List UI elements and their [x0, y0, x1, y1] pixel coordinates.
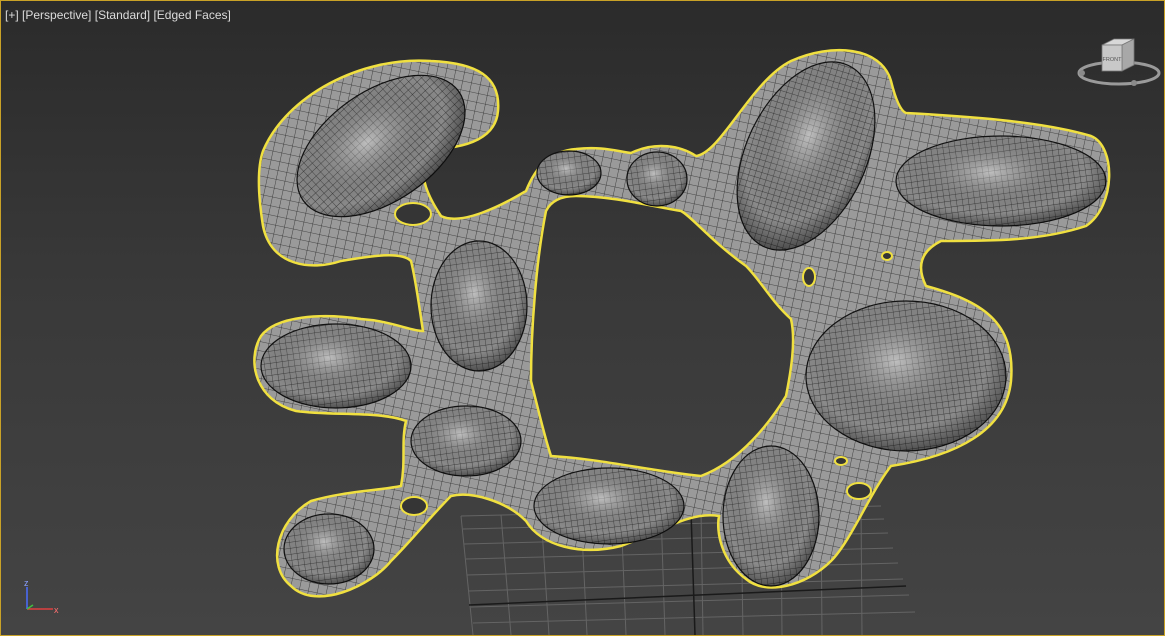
mesh-hole [394, 202, 432, 226]
mesh-dent-shade [284, 514, 374, 584]
mesh-dent-shade [627, 152, 687, 206]
mesh-hole [834, 456, 848, 466]
viewcube-face-label: FRONT [1103, 57, 1123, 63]
perspective-viewport[interactable]: [+] [Perspective] [Standard] [Edged Face… [0, 0, 1165, 636]
mesh-dent-shade [411, 406, 521, 476]
mesh-hole [802, 267, 816, 287]
viewcube-compass-w [1079, 70, 1085, 76]
mesh-dent-shade [537, 151, 601, 195]
mesh-dent-shade [723, 446, 819, 586]
blob-mesh-object[interactable] [253, 40, 1111, 598]
mesh-hole [881, 251, 893, 261]
mesh-dent-shade [806, 301, 1006, 451]
axis-tripod: z x [24, 578, 59, 615]
viewcube-side-face[interactable] [1121, 38, 1135, 72]
mesh-dent-shade [261, 324, 411, 408]
axis-x-label: x [54, 605, 59, 615]
axis-z-label: z [24, 578, 29, 588]
mesh-dent-shade [534, 468, 684, 544]
viewcube[interactable]: FRONT [1074, 31, 1164, 101]
mesh-dent-shade [431, 241, 527, 371]
grid-axis-line [690, 510, 696, 635]
mesh-hole [846, 482, 872, 500]
mesh-dent-shade [896, 136, 1106, 226]
viewcube-compass-s [1131, 80, 1137, 86]
scene-canvas[interactable] [1, 1, 1164, 635]
mesh-hole [400, 496, 428, 516]
